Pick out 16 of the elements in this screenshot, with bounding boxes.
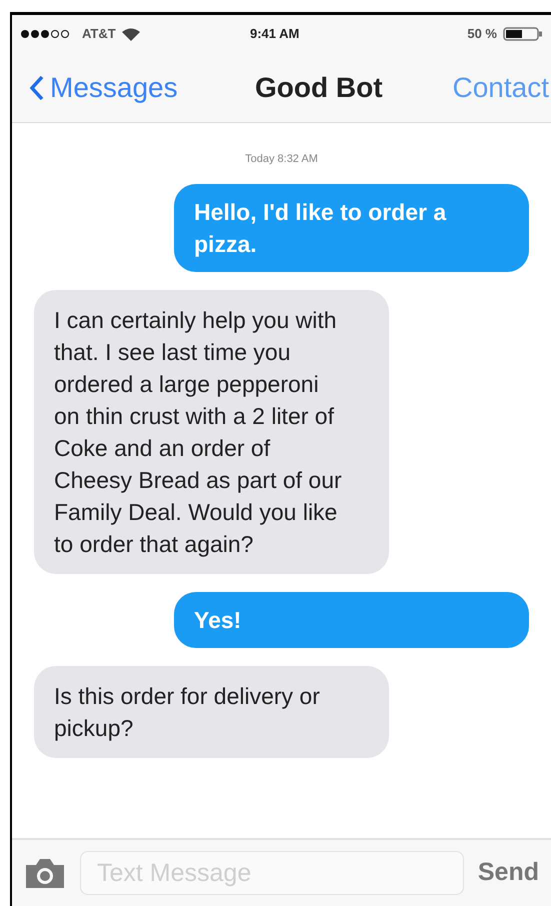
carrier-name: AT&T bbox=[82, 25, 116, 44]
send-button[interactable]: Send bbox=[478, 854, 539, 892]
wifi-icon bbox=[122, 28, 140, 40]
received-message-bubble: I can certainly help you with that. I see last time you ordered a large pepperoni on thin crust with a 2 liter of Coke and an order of Cheesy Bread as part of our Family Deal. Would you like to order that again? bbox=[34, 290, 389, 574]
camera-icon[interactable] bbox=[24, 857, 66, 889]
sent-message-bubble: Hello, I'd like to order a pizza. bbox=[174, 184, 529, 272]
timestamp: Today 8:32 AM bbox=[245, 152, 318, 167]
received-message-bubble: Is this order for delivery or pickup? bbox=[34, 666, 389, 758]
back-chevron-icon bbox=[30, 74, 44, 100]
battery-percent: 50 % bbox=[467, 25, 497, 44]
battery-icon bbox=[503, 27, 543, 41]
conversation-title: Good Bot bbox=[255, 70, 383, 104]
status-time: 9:41 AM bbox=[250, 25, 300, 44]
sent-message-bubble: Yes! bbox=[174, 592, 529, 648]
contact-button[interactable]: Contact bbox=[452, 66, 551, 108]
back-button[interactable]: Messages bbox=[12, 66, 178, 108]
